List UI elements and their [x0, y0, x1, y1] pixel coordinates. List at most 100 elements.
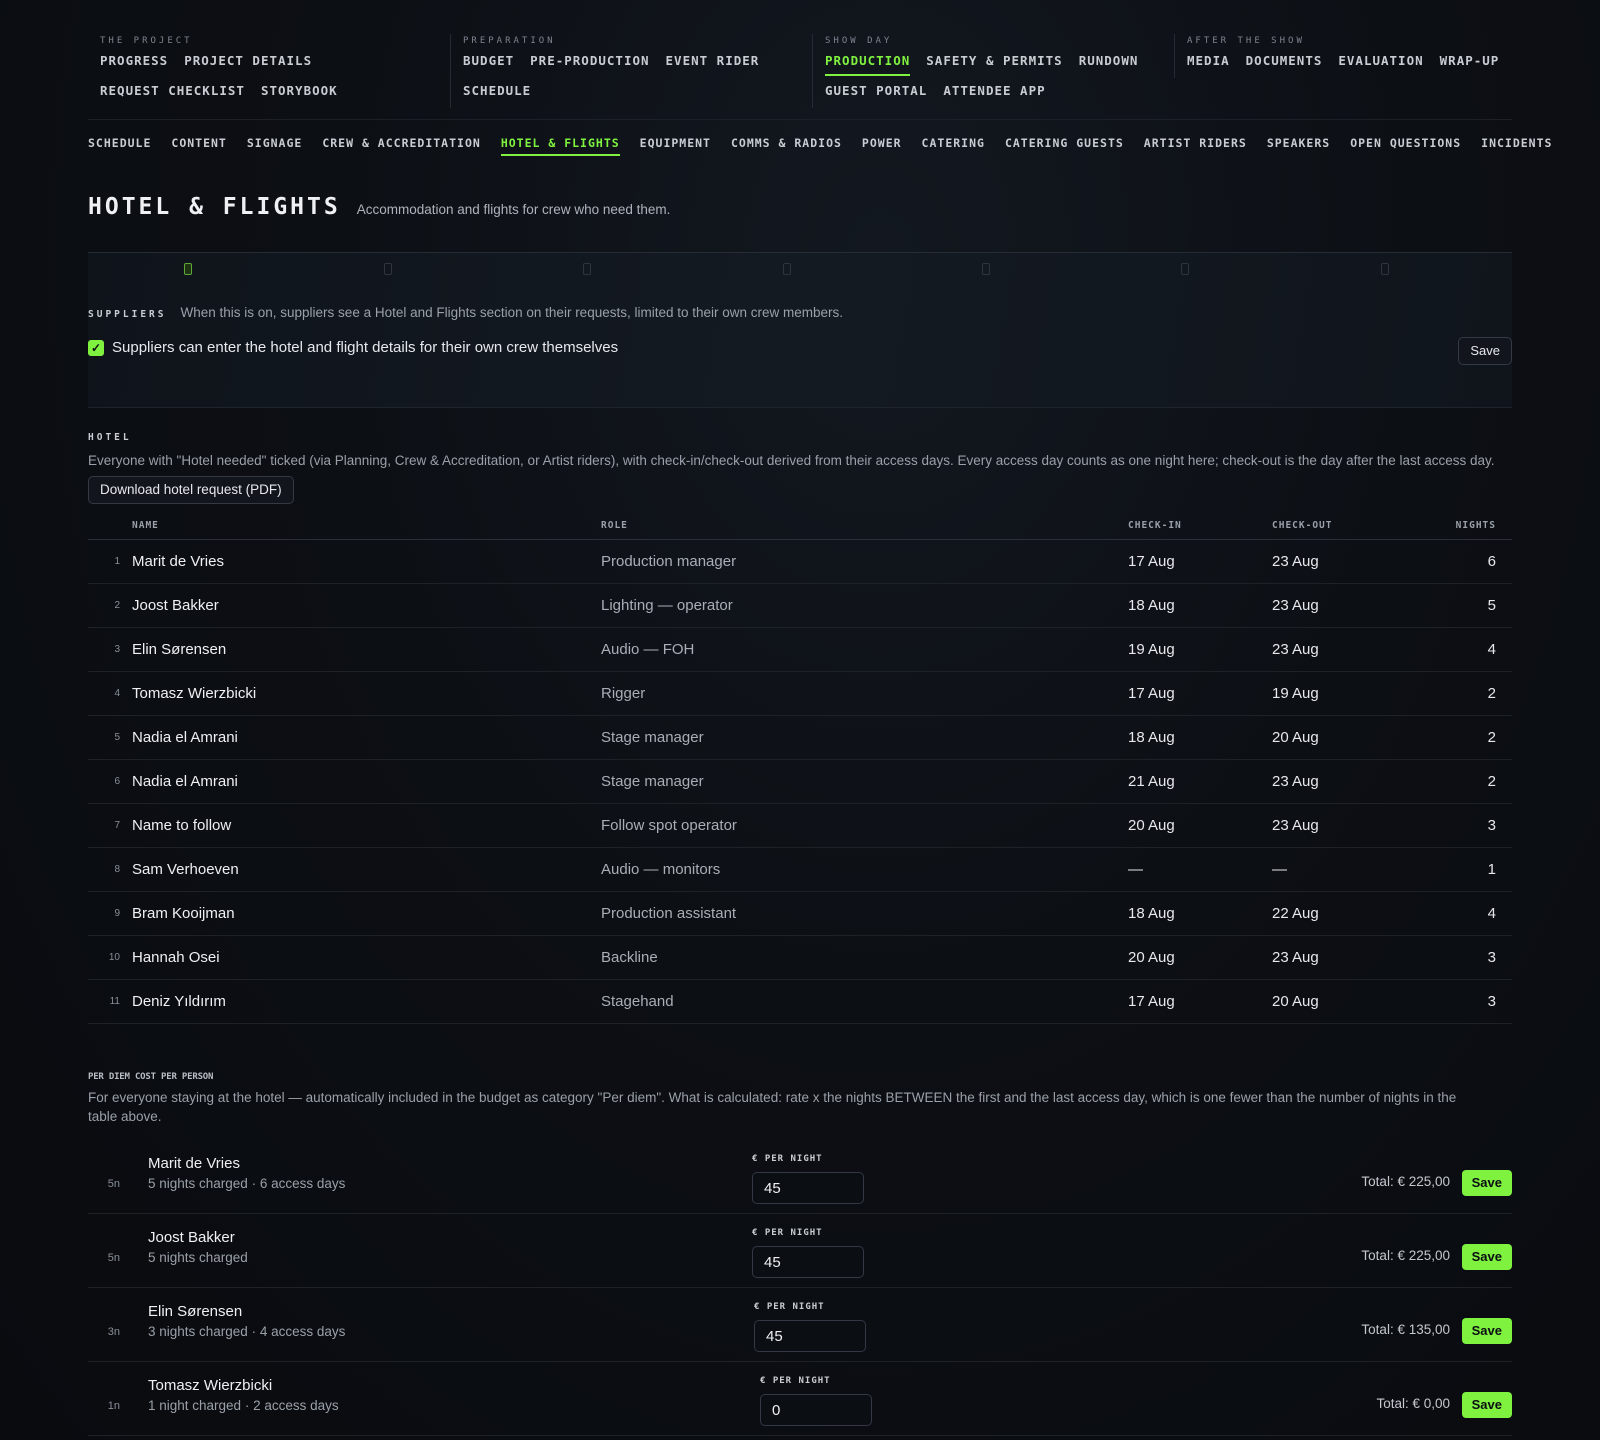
- rate-input[interactable]: [752, 1172, 864, 1204]
- row-number: 2: [114, 600, 120, 611]
- tab-signage[interactable]: SIGNAGE: [247, 130, 302, 156]
- tab-power[interactable]: POWER: [862, 130, 902, 156]
- rate-field-label: € PER NIGHT: [752, 1154, 823, 1164]
- row-check-out: —: [1272, 861, 1287, 878]
- table-row[interactable]: 7 Name to follow Follow spot operator 20 Au…: [88, 804, 1512, 848]
- nav-item-media[interactable]: MEDIA: [1187, 48, 1230, 78]
- person-name: Marit de Vries: [148, 1155, 240, 1172]
- per-diem-row: 5n Joost Bakker 5 nights charged € PER NIGH…: [88, 1214, 1512, 1288]
- nav-item-safety-permits[interactable]: SAFETY & PERMITS: [926, 48, 1062, 78]
- nav-item-rundown[interactable]: RUNDOWN: [1079, 48, 1139, 78]
- row-check-out: 23 Aug: [1272, 641, 1319, 658]
- suppliers-save-button[interactable]: Save: [1458, 337, 1512, 365]
- row-check-in: —: [1128, 861, 1143, 878]
- nav-item-wrap-up[interactable]: WRAP-UP: [1440, 48, 1500, 78]
- download-hotel-pdf-button[interactable]: Download hotel request (PDF): [88, 476, 294, 504]
- check-icon: ✓: [90, 340, 102, 355]
- nav-item-attendee-app[interactable]: ATTENDEE APP: [943, 78, 1045, 108]
- row-number: 3: [114, 644, 120, 655]
- nav-item-progress[interactable]: PROGRESS: [100, 48, 168, 78]
- row-check-out: 23 Aug: [1272, 597, 1319, 614]
- row-nights: 2: [1487, 729, 1496, 746]
- table-row[interactable]: 11 Deniz Yıldırım Stagehand 17 Aug 20 Aug 3: [88, 980, 1512, 1024]
- rate-input[interactable]: [752, 1246, 864, 1278]
- tab-incidents[interactable]: INCIDENTS: [1481, 130, 1552, 156]
- tick-mark: [583, 263, 591, 275]
- nav-item-guest-portal[interactable]: GUEST PORTAL: [825, 78, 927, 108]
- tab-open-questions[interactable]: OPEN QUESTIONS: [1350, 130, 1461, 156]
- nights-meta: 5 nights charged · 6 access days: [148, 1176, 346, 1191]
- total-amount: Total: € 225,00: [1361, 1174, 1450, 1189]
- per-diem-save-button[interactable]: Save: [1461, 1244, 1512, 1270]
- nav-item-pre-production[interactable]: PRE-PRODUCTION: [530, 48, 649, 78]
- table-row[interactable]: 2 Joost Bakker Lighting — operator 18 Aug 23…: [88, 584, 1512, 628]
- nav-group-label: THE PROJECT: [100, 36, 193, 46]
- col-check-in[interactable]: CHECK-IN: [1128, 520, 1272, 531]
- top-nav: THE PROJECT PROGRESS PROJECT DETAILS REQ…: [88, 0, 1512, 120]
- nav-item-project-details[interactable]: PROJECT DETAILS: [184, 48, 312, 78]
- rate-input[interactable]: [760, 1394, 872, 1426]
- row-name: Nadia el Amrani: [132, 773, 238, 790]
- tab-speakers[interactable]: SPEAKERS: [1267, 130, 1330, 156]
- row-check-in: 20 Aug: [1128, 817, 1175, 834]
- tab-catering[interactable]: CATERING: [922, 130, 985, 156]
- table-row[interactable]: 3 Elin Sørensen Audio — FOH 19 Aug 23 Aug 4: [88, 628, 1512, 672]
- nav-item-request-checklist[interactable]: REQUEST CHECKLIST: [100, 78, 245, 108]
- suppliers-checkbox-label[interactable]: Suppliers can enter the hotel and flight…: [112, 339, 618, 356]
- row-nights: 4: [1487, 905, 1496, 922]
- suppliers-checkbox[interactable]: ✓: [88, 339, 104, 356]
- nights-badge: 5n: [107, 1178, 120, 1190]
- row-number: 11: [109, 996, 120, 1007]
- table-body: 1 Marit de Vries Production manager 17 Aug 2…: [88, 540, 1512, 1024]
- table-row[interactable]: 1 Marit de Vries Production manager 17 Aug 2…: [88, 540, 1512, 584]
- tab-artist-riders[interactable]: ARTIST RIDERS: [1144, 130, 1247, 156]
- nav-item-event-rider[interactable]: EVENT RIDER: [666, 48, 760, 78]
- col-nights[interactable]: NIGHTS: [1422, 520, 1512, 531]
- table-row[interactable]: 9 Bram Kooijman Production assistant 18 Aug…: [88, 892, 1512, 936]
- tab-content[interactable]: CONTENT: [171, 130, 226, 156]
- col-check-out[interactable]: CHECK-OUT: [1272, 520, 1422, 531]
- tab-equipment[interactable]: EQUIPMENT: [640, 130, 711, 156]
- row-role: Lighting — operator: [601, 597, 733, 614]
- table-row[interactable]: 5 Nadia el Amrani Stage manager 18 Aug 20 Au…: [88, 716, 1512, 760]
- tab-crew-accreditation[interactable]: CREW & ACCREDITATION: [322, 130, 480, 156]
- table-row[interactable]: 6 Nadia el Amrani Stage manager 21 Aug 23 Au…: [88, 760, 1512, 804]
- row-number: 4: [114, 688, 120, 699]
- per-diem-save-button[interactable]: Save: [1461, 1170, 1512, 1196]
- row-name: Sam Verhoeven: [132, 861, 239, 878]
- row-nights: 4: [1487, 641, 1496, 658]
- row-name: Marit de Vries: [132, 553, 224, 570]
- row-name: Bram Kooijman: [132, 905, 235, 922]
- row-nights: 3: [1487, 949, 1496, 966]
- row-number: 10: [108, 952, 120, 963]
- rate-field-label: € PER NIGHT: [752, 1228, 823, 1238]
- rate-field-label: € PER NIGHT: [754, 1302, 825, 1312]
- table-row[interactable]: 10 Hannah Osei Backline 20 Aug 23 Aug 3: [88, 936, 1512, 980]
- tab-catering-guests[interactable]: CATERING GUESTS: [1005, 130, 1124, 156]
- row-check-out: 22 Aug: [1272, 905, 1319, 922]
- col-name[interactable]: NAME: [132, 520, 601, 531]
- rate-input[interactable]: [754, 1320, 866, 1352]
- row-check-out: 23 Aug: [1272, 817, 1319, 834]
- nav-item-storybook[interactable]: STORYBOOK: [261, 78, 338, 108]
- tab-comms-radios[interactable]: COMMS & RADIOS: [731, 130, 842, 156]
- nav-item-production[interactable]: PRODUCTION: [825, 48, 911, 78]
- row-number: 5: [114, 732, 120, 743]
- tab-hotel-flights[interactable]: HOTEL & FLIGHTS: [500, 130, 620, 156]
- row-check-out: 20 Aug: [1272, 729, 1319, 746]
- nav-item-budget[interactable]: BUDGET: [463, 48, 514, 78]
- nights-badge: 5n: [107, 1252, 120, 1264]
- table-row[interactable]: 4 Tomasz Wierzbicki Rigger 17 Aug 19 Aug 2: [88, 672, 1512, 716]
- row-check-out: 23 Aug: [1272, 773, 1319, 790]
- nav-item-documents[interactable]: DOCUMENTS: [1246, 48, 1323, 78]
- rate-field: € PER NIGHT: [752, 1228, 864, 1278]
- per-diem-save-button[interactable]: Save: [1461, 1318, 1512, 1344]
- nav-item-schedule[interactable]: SCHEDULE: [463, 78, 531, 108]
- panel-decoration: [88, 261, 1512, 275]
- nav-item-evaluation[interactable]: EVALUATION: [1338, 48, 1423, 78]
- table-row[interactable]: 8 Sam Verhoeven Audio — monitors — — 1: [88, 848, 1512, 892]
- tab-schedule[interactable]: SCHEDULE: [88, 130, 151, 156]
- col-role[interactable]: ROLE: [601, 520, 1128, 531]
- per-diem-save-button[interactable]: Save: [1461, 1392, 1512, 1418]
- per-diem-row: 3n Elin Sørensen 3 nights charged · 4 acce…: [88, 1288, 1512, 1362]
